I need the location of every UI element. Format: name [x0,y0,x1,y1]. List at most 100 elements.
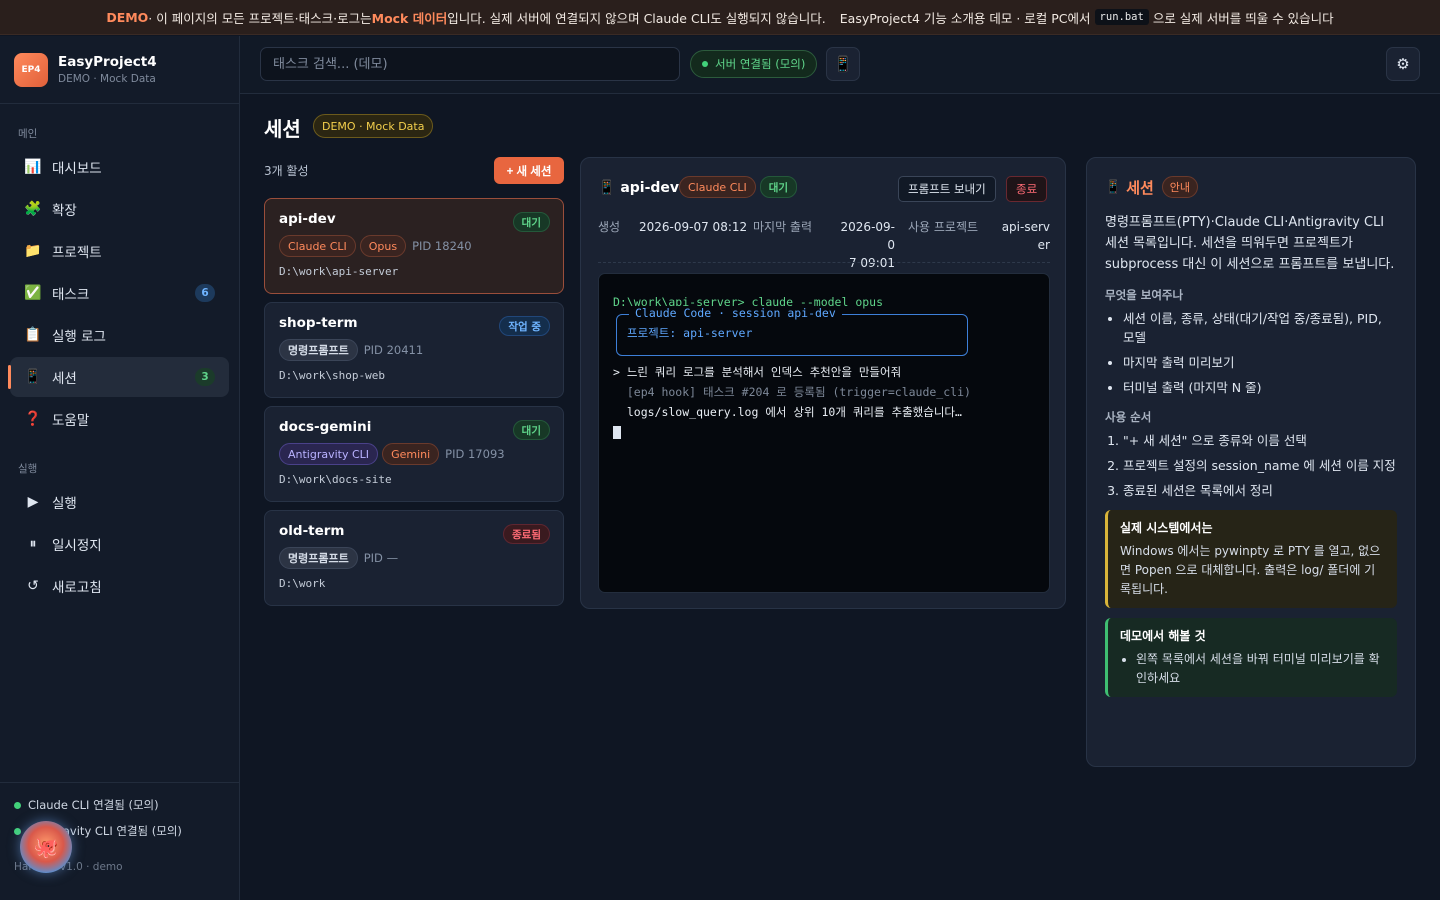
terminal-output[interactable]: D:\work\api-server> claude --model opus … [598,273,1050,593]
sidebar-item-pause[interactable]: ⏸ 일시정지 [10,524,229,564]
list-item: 종료된 세션은 목록에서 정리 [1123,481,1397,500]
guide-how-title: 사용 순서 [1105,410,1152,424]
session-pid: PID 17093 [445,447,505,461]
list-item: 세션 이름, 종류, 상태(대기/작업 중/종료됨), PID, 모델 [1123,309,1397,347]
search-input[interactable] [260,47,680,81]
session-name: docs-gemini [279,419,372,435]
sidebar-item-label: 프로젝트 [52,245,102,261]
new-session-button[interactable]: + 새 세션 [494,157,564,184]
sidebar-item-label: 실행 로그 [52,329,106,345]
sidebar-item-dashboard[interactable]: 📊 대시보드 [10,147,229,187]
sidebar-item-label: 실행 [52,496,77,512]
terminal-icon: 📱 [598,180,616,196]
status-badge: 대기 [512,212,550,232]
session-pid: PID — [363,551,399,565]
banner-mock-label: Mock 데이터 [371,10,448,26]
list-item: 프로젝트 설정의 session_name 에 세션 이름 지정 [1123,456,1397,475]
list-item: "+ 새 세션" 으로 종류와 이름 선택 [1123,431,1397,450]
guide-what-list: 세션 이름, 종류, 상태(대기/작업 중/종료됨), PID, 모델 마지막 … [1105,309,1397,397]
status-badge: 작업 중 [499,316,550,336]
session-card-old-term[interactable]: old-term 종료됨 명령프롬프트 PID — D:\work [264,510,564,606]
sidebar-footer: Claude CLI 연결됨 (모의) Antigravity CLI 연결됨 … [0,782,239,900]
banner-text: 입니다. 실제 서버에 연결되지 않으며 Claude CLI도 실행되지 않습… [447,10,826,26]
terminal-hook-line: [ep4 hook] 태스크 #204 로 등록됨 (trigger=claud… [613,385,971,399]
sidebar-item-extensions[interactable]: 🧩 확장 [10,189,229,229]
sidebar: EP4 EasyProject4 DEMO · Mock Data 메인 📊 대… [0,36,240,900]
active-session-count: 3개 활성 [264,164,309,178]
session-path: D:\work [279,577,326,590]
guide-what-title: 무엇을 보여주나 [1105,288,1184,302]
demo-banner: DEMO · 이 페이지의 모든 프로젝트·태스크·로그는 Mock 데이터 입… [0,0,1440,35]
brand-name: EasyProject4 [58,54,157,70]
created-label: 생성 [598,220,621,234]
status-badge: 대기 [759,176,798,198]
guide-badge: 안내 [1161,176,1199,198]
last-output-value-line: 7 09:01 [848,256,895,270]
note-body: Windows 에서는 pywinpty 로 PTY 를 열고, 없으면 Pop… [1120,544,1381,596]
server-status-text: 서버 연결됨 (모의) [715,57,806,71]
page-title: 세션 [264,117,301,141]
sidebar-item-label: 대시보드 [52,161,102,177]
sidebar-item-sessions[interactable]: 📱 세션 3 [8,357,229,397]
session-pid: PID 18240 [412,239,472,253]
list-item: 터미널 출력 (마지막 N 줄) [1123,378,1397,397]
banner-text: · 이 페이지의 모든 프로젝트·태스크·로그는 [148,10,372,26]
real-system-note: 실제 시스템에서는 Windows 에서는 pywinpty 로 PTY 를 열… [1105,510,1397,608]
session-name: api-dev [279,211,336,227]
assistant-avatar-icon[interactable]: 🐙 [20,821,72,873]
nav-section-run: 실행 [18,463,38,475]
sidebar-item-help[interactable]: ❓ 도움말 [10,399,229,439]
clipboard-icon: 📋 [24,327,42,343]
sidebar-item-projects[interactable]: 📁 프로젝트 [10,231,229,271]
session-card-shop-term[interactable]: shop-term 작업 중 명령프롬프트 PID 20411 D:\work\… [264,302,564,398]
session-detail-panel: 📱 api-dev Claude CLI 대기 프롬프트 보내기 종료 생성 2… [580,157,1066,609]
brand-logo: EP4 [14,52,48,87]
server-status-pill: 서버 연결됨 (모의) [690,50,818,78]
sidebar-item-refresh[interactable]: ↺ 새로고침 [10,566,229,606]
brand-sub: DEMO · Mock Data [58,73,156,85]
send-prompt-button[interactable]: 프롬프트 보내기 [898,176,996,202]
last-output-value: 2026-09-0 7 09:01 [835,218,895,272]
sessions-count-badge: 3 [195,368,215,386]
status-dot-icon [14,827,21,835]
terminal-icon: 📱 [24,369,42,385]
list-item: 마지막 출력 미리보기 [1123,353,1397,372]
sidebar-item-run-log[interactable]: 📋 실행 로그 [10,315,229,355]
terminal-session-box: Claude Code · session api-dev 프로젝트: api-… [616,306,968,356]
play-icon: ▶ [27,494,39,510]
note-title: 데모에서 해볼 것 [1120,629,1206,643]
puzzle-icon: 🧩 [24,201,42,217]
created-value: 2026-09-07 08:12 [639,220,748,234]
terminal-prompt-line: > 느린 쿼리 로그를 분석해서 인덱스 추천안을 만들어줘 [613,365,902,379]
status-dot-icon [702,61,708,67]
session-pid: PID 20411 [363,343,424,357]
guide-title: 세션 [1126,178,1154,197]
project-value: api-serv er [1001,218,1050,254]
last-output-label: 마지막 출력 [753,220,813,234]
sidebar-item-run[interactable]: ▶ 실행 [10,482,229,522]
banner-code: run.bat [1094,9,1149,25]
guide-panel: 📱 세션 안내 명령프롬프트(PTY)·Claude CLI·Antigravi… [1086,157,1416,767]
end-session-button[interactable]: 종료 [1006,176,1048,202]
status-badge: 대기 [512,420,550,440]
project-value-line: api-serv [1001,220,1050,234]
banner-demo-label: DEMO [106,9,149,25]
session-type-tag: Antigravity CLI [279,443,379,465]
mobile-view-button[interactable]: 📱 [826,47,860,81]
status-dot-icon [14,801,21,809]
sidebar-item-label: 새로고침 [52,580,102,596]
session-model-tag: Gemini [382,443,440,465]
settings-button[interactable]: ⚙ [1386,47,1420,81]
guide-how-list: "+ 새 세션" 으로 종류와 이름 선택 프로젝트 설정의 session_n… [1105,431,1397,500]
terminal-icon: 📱 [1105,179,1122,195]
session-detail-title: 📱 api-dev [598,180,679,196]
terminal-box-body: 프로젝트: api-server [627,326,753,340]
sidebar-item-tasks[interactable]: ✅ 태스크 6 [10,273,229,313]
banner-text: 으로 실제 서버를 띄울 수 있습니다 [1152,10,1334,26]
session-detail-tags: Claude CLI 대기 [679,176,798,198]
session-card-docs-gemini[interactable]: docs-gemini 대기 Antigravity CLI Gemini PI… [264,406,564,502]
project-value-line: er [1037,238,1050,252]
refresh-icon: ↺ [27,578,39,594]
session-card-api-dev[interactable]: api-dev 대기 Claude CLI Opus PID 18240 D:\… [264,198,564,294]
terminal-cursor [613,426,621,439]
